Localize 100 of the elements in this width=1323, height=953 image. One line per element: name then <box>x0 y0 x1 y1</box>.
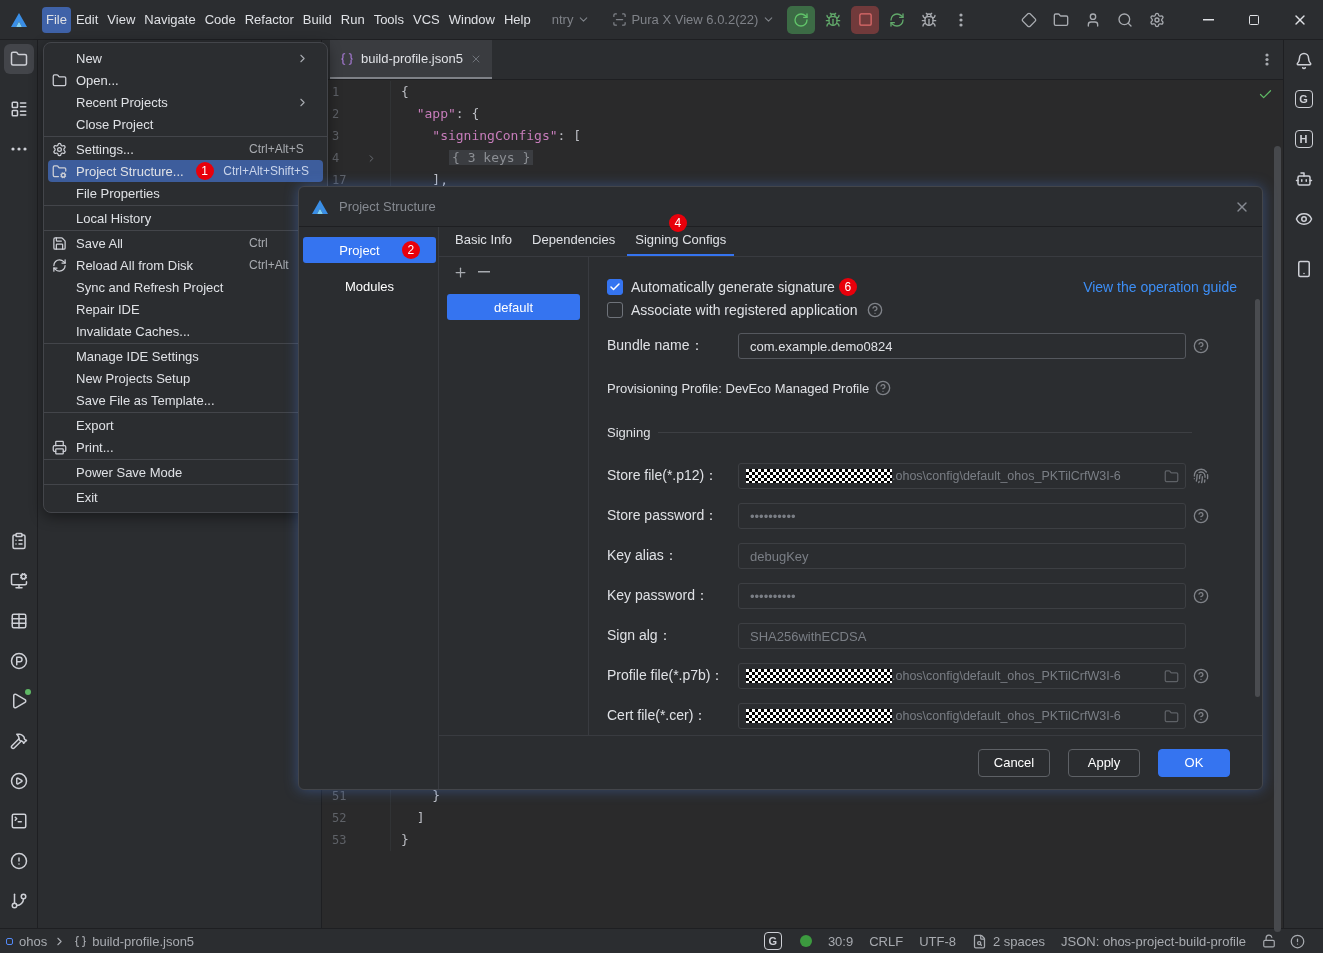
preview-button[interactable] <box>1294 210 1313 228</box>
menu-item[interactable]: Close Project <box>48 113 323 135</box>
dialog-title: Project Structure <box>339 199 436 214</box>
hammer-icon <box>9 732 28 750</box>
menu-item[interactable]: Recent Projects <box>48 91 323 113</box>
structure-icon <box>9 100 28 118</box>
menu-bar-item[interactable]: VCS <box>409 6 444 33</box>
notifications-button[interactable] <box>1294 52 1313 70</box>
tab[interactable]: Dependencies <box>524 228 624 256</box>
plugin-button[interactable]: G <box>763 932 782 950</box>
menu-item-label: Power Save Mode <box>76 464 183 480</box>
file-encoding[interactable]: UTF-8 <box>919 933 956 949</box>
provisioning-profile-text: Provisioning Profile: DevEco Managed Profile <box>607 380 870 396</box>
checkbox[interactable] <box>607 278 623 295</box>
tab[interactable]: Basic Info <box>447 228 521 256</box>
run-config-dropdown[interactable]: ntry <box>547 5 595 34</box>
reload-icon <box>889 11 906 28</box>
editor-tab[interactable]: build-profile.json5 <box>330 40 492 79</box>
help-icon[interactable] <box>875 380 892 396</box>
menu-bar-item[interactable]: Run <box>336 6 369 33</box>
menu-item-label: Reload All from Disk <box>76 257 194 273</box>
code-line: "signingConfigs": [ <box>390 125 582 147</box>
app-logo-icon <box>311 198 329 215</box>
module-icon <box>6 937 13 945</box>
menu-bar-item[interactable]: Navigate <box>140 6 200 33</box>
menu-item[interactable]: Project Structure... 1 Ctrl+Alt+Shift+S <box>48 160 323 182</box>
operation-guide-link[interactable]: View the operation guide <box>1083 278 1237 295</box>
menu-item-label: Export <box>76 417 114 433</box>
checkbox[interactable] <box>607 301 623 318</box>
nav-item[interactable]: Modules <box>303 273 436 299</box>
breadcrumb[interactable]: ohos <box>19 933 48 949</box>
line-ending[interactable]: CRLF <box>869 933 904 949</box>
robot-icon <box>1294 170 1313 188</box>
folder-icon <box>9 50 28 68</box>
line-number: 2 <box>331 107 341 121</box>
clipboard-icon <box>9 532 28 550</box>
stop-button[interactable] <box>851 5 880 34</box>
device-dropdown[interactable]: Pura X View 6.0.2(22) <box>608 5 780 34</box>
menu-bar-item[interactable]: Tools <box>369 6 408 33</box>
config-list-item[interactable]: default <box>447 294 580 320</box>
scrollbar[interactable] <box>1255 299 1260 697</box>
line-number: 4 <box>331 151 341 165</box>
menu-bar-item[interactable]: Build <box>298 6 336 33</box>
status-dot <box>24 689 31 695</box>
reload-icon <box>52 257 67 273</box>
shortcut-text: Ctrl+Alt <box>249 258 290 272</box>
help-icon[interactable] <box>867 301 884 318</box>
app-logo-icon <box>10 11 28 28</box>
unlock-icon[interactable] <box>1262 934 1276 948</box>
add-button[interactable] <box>453 264 468 280</box>
scrollbar[interactable] <box>1274 146 1281 932</box>
menu-bar-item[interactable]: Help <box>499 6 535 33</box>
menu-bar-item[interactable]: Code <box>200 6 240 33</box>
field-label: Profile file(*.p7b)： <box>607 667 726 685</box>
menu-item-label: New <box>76 50 102 66</box>
alert-icon[interactable] <box>1290 933 1305 949</box>
shortcut-text: Ctrl+Alt+S <box>249 142 305 156</box>
menu-item-label: Invalidate Caches... <box>76 323 191 339</box>
menu-item-label: File Properties <box>76 185 160 201</box>
nav-item[interactable]: Project 2 <box>303 237 436 263</box>
menu-item-label: Exit <box>76 489 98 505</box>
breadcrumb[interactable]: build-profile.json5 <box>92 933 195 949</box>
help-icon[interactable] <box>1193 338 1209 354</box>
folder-gear-icon <box>52 163 67 179</box>
json-schema[interactable]: JSON: ohos-project-build-profile <box>1061 933 1246 949</box>
project-tool-button[interactable] <box>3 44 34 74</box>
settings-icon <box>52 141 67 157</box>
terminal-icon <box>9 812 28 830</box>
checkbox-label: Associate with registered application <box>631 301 858 318</box>
rerun-button[interactable] <box>787 5 816 34</box>
menu-bar-item[interactable]: Window <box>444 6 499 33</box>
minimize-icon <box>1202 18 1214 21</box>
cursor-position[interactable]: 30:9 <box>827 933 854 949</box>
device-icon <box>612 12 628 27</box>
step-badge: 6 <box>838 277 857 296</box>
dialog-button[interactable]: Apply <box>1068 748 1140 777</box>
menu-item[interactable]: New <box>48 47 323 69</box>
menu-item[interactable]: Settings... Ctrl+Alt+S <box>48 138 323 160</box>
step-badge: 1 <box>195 162 214 180</box>
plugin-button[interactable]: H <box>1294 130 1313 148</box>
assistant-button[interactable] <box>1294 170 1313 188</box>
plugin-button[interactable]: G <box>1294 90 1313 108</box>
printer-icon <box>52 439 67 455</box>
menu-bar-item[interactable]: File <box>42 6 71 33</box>
menu-bar-item[interactable]: Refactor <box>240 6 298 33</box>
bell-icon <box>1294 52 1313 70</box>
menu-item[interactable]: Print... <box>48 436 323 458</box>
menu-item-label: Repair IDE <box>76 301 140 317</box>
more-icon <box>10 147 27 151</box>
input-field[interactable]: com.example.demo0824 <box>738 333 1186 359</box>
dialog-button[interactable]: Cancel <box>978 748 1050 777</box>
menu-bar-item[interactable]: Edit <box>71 6 103 33</box>
menu-item-label: Recent Projects <box>76 94 168 110</box>
dialog-button[interactable]: OK <box>1158 748 1230 777</box>
menu-item[interactable]: Open... <box>48 69 323 91</box>
stop-icon <box>857 12 873 27</box>
indent-setting[interactable]: 2 spaces <box>993 933 1046 949</box>
menu-item-label: Project Structure... <box>76 163 184 179</box>
menu-bar-item[interactable]: View <box>103 6 140 33</box>
shortcut-text: Ctrl+Alt+Shift+S <box>223 164 309 178</box>
